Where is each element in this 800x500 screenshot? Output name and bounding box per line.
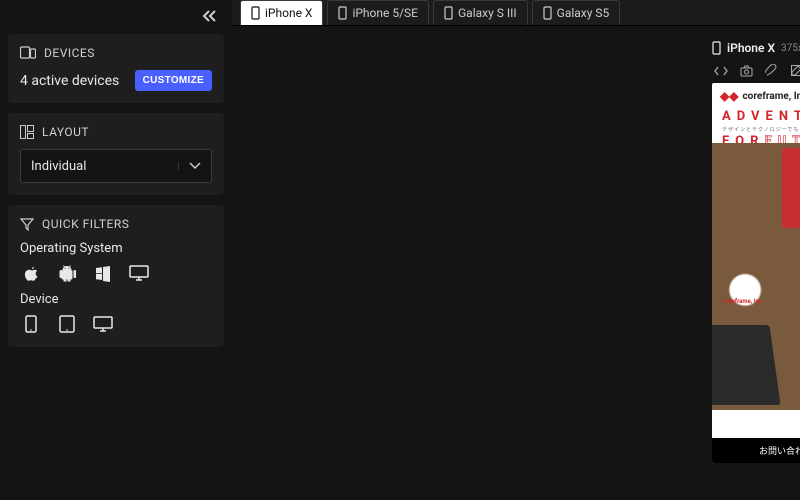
layout-panel: LAYOUT Individual <box>8 113 224 195</box>
device-dimensions: 375x812 <box>781 43 800 54</box>
os-filter-android[interactable] <box>56 262 78 284</box>
device-filter-label: Device <box>20 292 212 307</box>
devices-panel: DEVICES 4 active devices CUSTOMIZE <box>8 34 224 103</box>
device-filter-phone[interactable] <box>20 313 42 335</box>
tab-iphone-x[interactable]: iPhone X <box>240 0 323 25</box>
preview-canvas[interactable]: iPhone X 375x812 ⋮ ◆◆ coreframe, Inc. <box>232 26 800 500</box>
site-footer-cta[interactable]: お問い合わせはこちら <box>712 438 800 463</box>
layout-icon <box>20 125 34 139</box>
main-area: iPhone X iPhone 5/SE Galaxy S III Galaxy… <box>232 0 800 500</box>
layout-select[interactable]: Individual <box>20 149 212 183</box>
site-header: ◆◆ coreframe, Inc. <box>712 83 800 105</box>
layout-select-value: Individual <box>31 159 86 174</box>
tool-screenshot-icon[interactable] <box>740 64 753 77</box>
site-logo[interactable]: ◆◆ coreframe, Inc. <box>720 89 800 103</box>
tool-edit-icon[interactable] <box>790 64 800 77</box>
hero-laptop-left <box>712 325 780 405</box>
hero-notebook <box>782 148 800 228</box>
device-tabs: iPhone X iPhone 5/SE Galaxy S III Galaxy… <box>232 0 800 26</box>
hero-image: coreframe, Inc. <box>712 143 800 410</box>
devices-title: DEVICES <box>44 46 95 60</box>
device-preview: iPhone X 375x812 ⋮ ◆◆ coreframe, Inc. <box>712 40 800 463</box>
hero-pager: 1 — 2 < > <box>712 410 800 438</box>
sidebar: DEVICES 4 active devices CUSTOMIZE LAYOU… <box>0 0 232 500</box>
filter-icon <box>20 217 34 231</box>
devices-icon <box>20 46 36 60</box>
chevron-down-icon <box>178 162 201 170</box>
hero-logo-overlay: coreframe, Inc. <box>723 298 764 305</box>
tab-label: Galaxy S III <box>458 6 517 20</box>
tab-galaxy-s3[interactable]: Galaxy S III <box>433 0 528 25</box>
headline-1: ADVENTURE <box>722 109 800 124</box>
tab-galaxy-s5[interactable]: Galaxy S5 <box>532 0 621 25</box>
customize-button[interactable]: CUSTOMIZE <box>135 70 212 91</box>
tab-label: iPhone X <box>265 6 312 20</box>
device-filter-desktop[interactable] <box>92 313 114 335</box>
device-toolbar <box>712 60 800 83</box>
layout-title: LAYOUT <box>42 125 89 139</box>
tool-design-icon[interactable] <box>765 64 778 77</box>
brand-name: coreframe, Inc. <box>742 91 800 102</box>
os-filter-windows[interactable] <box>92 262 114 284</box>
headline-sub: デザインとテクノロジーでもっといいミライを <box>722 126 800 133</box>
tab-iphone-5se[interactable]: iPhone 5/SE <box>327 0 429 25</box>
logo-mark-icon: ◆◆ <box>720 89 738 103</box>
collapse-sidebar-button[interactable] <box>196 8 224 24</box>
active-devices-count: 4 active devices <box>20 73 119 89</box>
tool-inspect-icon[interactable] <box>714 64 728 77</box>
device-name: iPhone X <box>727 41 775 55</box>
tab-label: iPhone 5/SE <box>352 6 418 20</box>
device-filter-tablet[interactable] <box>56 313 78 335</box>
tab-label: Galaxy S5 <box>557 6 610 20</box>
os-filter-label: Operating System <box>20 241 212 256</box>
phone-frame: ◆◆ coreframe, Inc. ADVENTURE デザインとテクノロジー… <box>712 83 800 463</box>
filters-panel: QUICK FILTERS Operating System Device <box>8 205 224 347</box>
os-filter-desktop[interactable] <box>128 262 150 284</box>
os-filter-apple[interactable] <box>20 262 42 284</box>
filters-title: QUICK FILTERS <box>42 217 129 231</box>
phone-icon <box>712 41 721 55</box>
